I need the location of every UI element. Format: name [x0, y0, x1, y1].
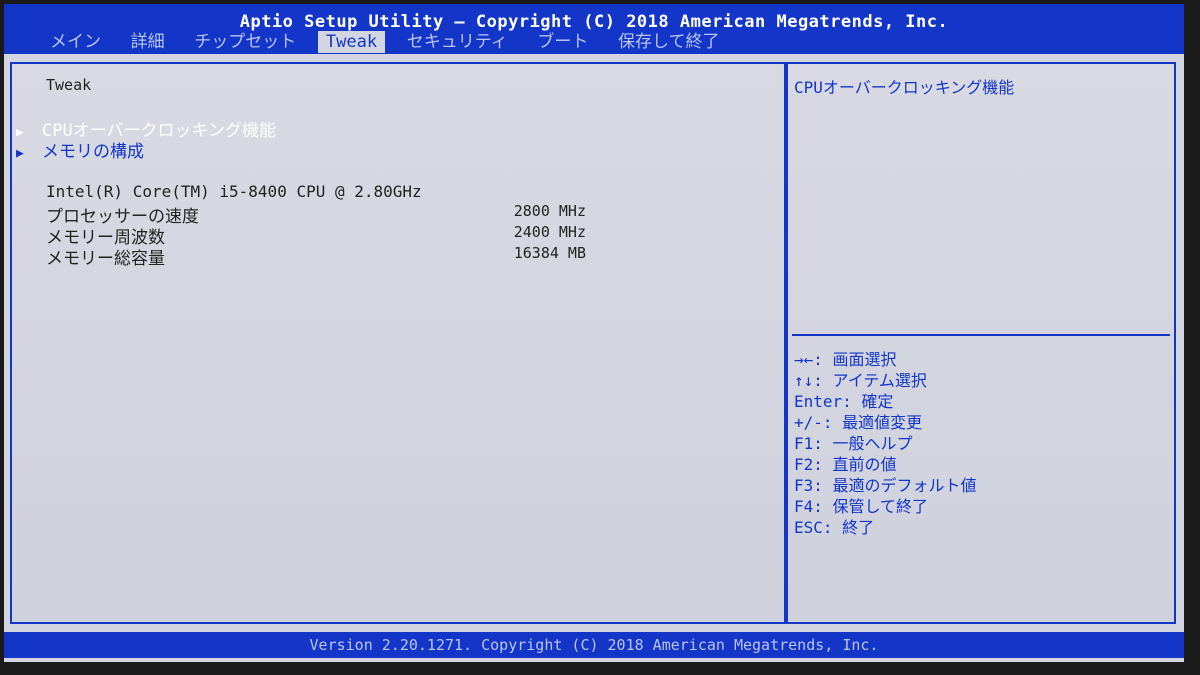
key-hint: ESC: 終了 — [794, 518, 875, 537]
tab-tweak[interactable]: Tweak — [317, 31, 386, 53]
tab-save-exit[interactable]: 保存して終了 — [610, 31, 728, 53]
bios-screen: Aptio Setup Utility – Copyright (C) 2018… — [4, 4, 1184, 662]
tab-boot[interactable]: ブート — [529, 31, 596, 53]
title-bar: Aptio Setup Utility – Copyright (C) 2018… — [4, 4, 1184, 54]
tab-bar: メイン 詳細 チップセット Tweak セキュリティ ブート 保存して終了 — [42, 31, 732, 53]
tab-main[interactable]: メイン — [42, 31, 109, 53]
help-panel: CPUオーバークロッキング機能 →←: 画面選択 ↑↓: アイテム選択 Ente… — [786, 62, 1176, 624]
tab-chipset[interactable]: チップセット — [186, 31, 304, 53]
app-title: Aptio Setup Utility – Copyright (C) 2018… — [239, 12, 949, 32]
submenu-arrow-icon: ▶ — [16, 146, 24, 161]
menu-item-memory-config[interactable]: ▶ メモリの構成 — [16, 137, 144, 162]
info-value: 16384 MB — [513, 244, 586, 262]
info-value: 2400 MHz — [513, 223, 586, 241]
info-label: メモリー総容量 — [46, 249, 165, 269]
version-footer: Version 2.20.1271. Copyright (C) 2018 Am… — [4, 632, 1184, 658]
tab-security[interactable]: セキュリティ — [399, 31, 516, 53]
help-divider — [792, 334, 1170, 336]
tab-advanced[interactable]: 詳細 — [123, 31, 173, 53]
settings-panel: Tweak ▶ CPUオーバークロッキング機能 ▶ メモリの構成 Intel(R) … — [10, 62, 786, 624]
info-value: 2800 MHz — [513, 202, 586, 220]
page-heading: Tweak — [46, 76, 92, 94]
help-description: CPUオーバークロッキング機能 — [794, 78, 1015, 97]
menu-item-label: メモリの構成 — [42, 142, 144, 162]
cpu-name: Intel(R) Core(TM) i5-8400 CPU @ 2.80GHz — [46, 182, 422, 201]
